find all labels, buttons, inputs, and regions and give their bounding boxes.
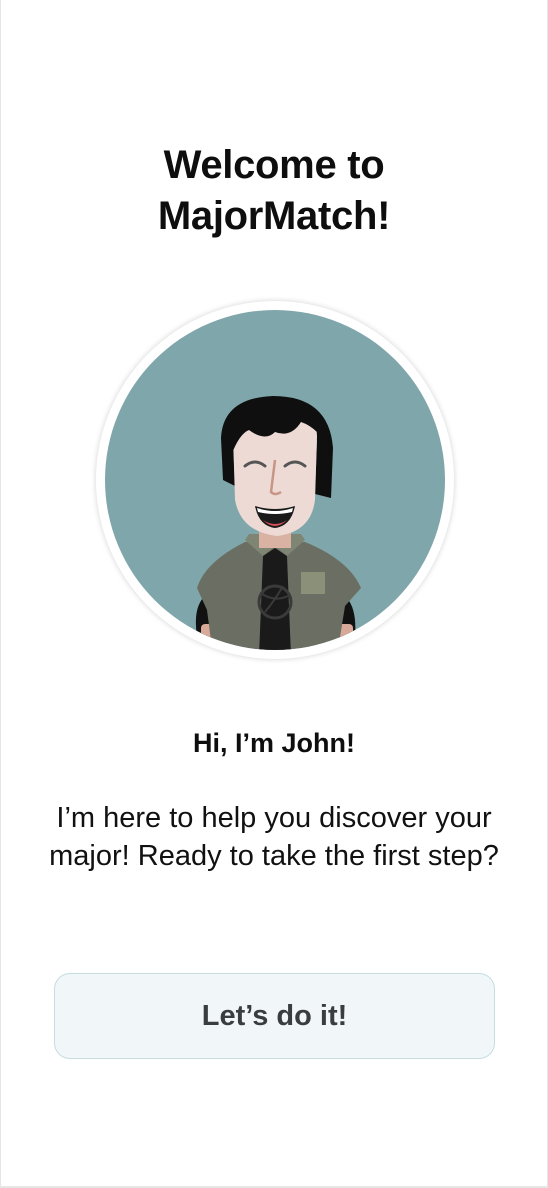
page-title-line-1: Welcome to bbox=[163, 143, 385, 187]
page-title-line-2: MajorMatch! bbox=[157, 194, 391, 238]
intro-text: I’m here to help you discover your major… bbox=[49, 802, 499, 872]
greeting-heading: Hi, I’m John! bbox=[193, 728, 355, 758]
page-title: Welcome to MajorMatch! bbox=[1, 140, 547, 242]
avatar-frame bbox=[96, 301, 454, 659]
mascot-avatar-icon bbox=[105, 310, 445, 650]
welcome-screen: Welcome to MajorMatch! Hi, I’m John! I’m… bbox=[1, 0, 547, 1186]
mascot-avatar bbox=[105, 310, 445, 650]
get-started-button[interactable]: Let’s do it! bbox=[54, 973, 495, 1059]
